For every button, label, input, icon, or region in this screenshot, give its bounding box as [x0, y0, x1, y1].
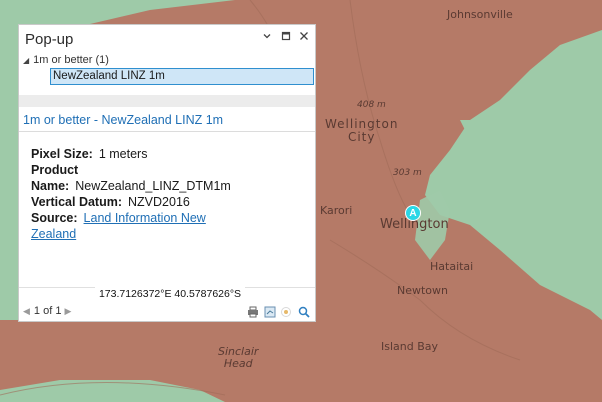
expand-triangle-icon[interactable]: ◢: [23, 56, 29, 65]
tree-item-selected[interactable]: NewZealand LINZ 1m: [50, 68, 314, 85]
source-link-continued[interactable]: Zealand: [31, 227, 76, 241]
maximize-icon[interactable]: [279, 31, 293, 45]
pager: ◀ 1 of 1 ▶: [23, 305, 71, 317]
product-name-label: Name:: [31, 179, 70, 193]
popup-header: Pop-up: [19, 25, 315, 53]
print-icon[interactable]: [247, 305, 259, 318]
layer-title: 1m or better - NewZealand LINZ 1m: [23, 113, 224, 127]
product-label: Product: [31, 163, 79, 177]
popup-footer: ◀ 1 of 1 ▶: [19, 303, 315, 321]
label-elevation-408: 408 m: [357, 100, 386, 110]
label-sinclair-head: Sinclair Head: [218, 345, 259, 370]
divider: [19, 131, 315, 132]
source-label: Source:: [31, 211, 78, 225]
previous-arrow-icon[interactable]: ◀: [23, 306, 30, 317]
tree-group[interactable]: ◢ 1m or better (1): [23, 54, 109, 66]
vertical-datum-value: NZVD2016: [128, 195, 190, 209]
coordinate-readout: 173.7126372°E 40.5787626°S: [95, 287, 245, 301]
pixel-size-value: 1 meters: [98, 147, 148, 161]
chevron-down-icon[interactable]: [260, 31, 274, 45]
search-icon[interactable]: [298, 305, 310, 318]
next-arrow-icon[interactable]: ▶: [64, 306, 71, 317]
pixel-size-label: Pixel Size:: [31, 147, 93, 161]
label-wellington-city: Wellington City: [325, 117, 399, 144]
popup-panel: Pop-up ◢ 1m or better (1) NewZealand LINZ…: [18, 24, 316, 322]
popup-title: Pop-up: [25, 31, 74, 48]
pager-text: 1 of 1: [33, 305, 62, 317]
label-hataitai: Hataitai: [430, 260, 474, 273]
label-karori: Karori: [320, 204, 353, 217]
zoom-to-icon[interactable]: [264, 305, 276, 318]
attribute-fields: Pixel Size: 1 meters Product Name: NewZeal…: [31, 146, 311, 242]
label-newtown: Newtown: [397, 284, 449, 297]
feature-tree: ◢ 1m or better (1) NewZealand LINZ 1m: [19, 53, 315, 91]
product-name-value: NewZealand_LINZ_DTM1m: [75, 179, 231, 193]
flash-icon[interactable]: [280, 305, 292, 317]
tree-group-label: 1m or better (1): [33, 54, 109, 66]
source-link[interactable]: Land Information New: [84, 211, 206, 225]
label-elevation-303: 303 m: [393, 168, 422, 178]
vertical-datum-label: Vertical Datum:: [31, 195, 123, 209]
map-location-marker[interactable]: A: [405, 205, 421, 221]
splitter[interactable]: [19, 95, 315, 107]
label-johnsonville: Johnsonville: [447, 8, 513, 21]
close-icon[interactable]: [297, 31, 311, 45]
label-island-bay: Island Bay: [381, 340, 439, 353]
